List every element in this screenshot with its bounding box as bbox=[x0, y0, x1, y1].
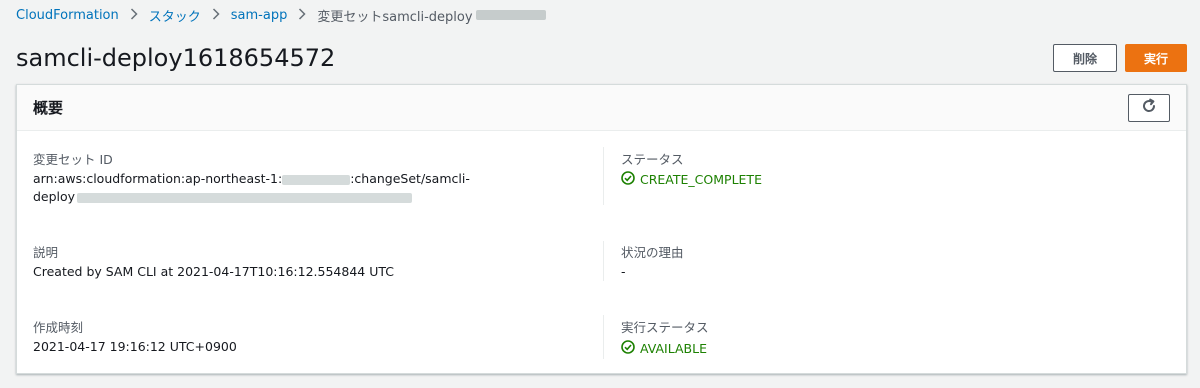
chevron-right-icon bbox=[130, 7, 138, 23]
overview-panel-header: 概要 bbox=[17, 85, 1186, 131]
breadcrumb-stacks[interactable]: スタック bbox=[149, 6, 201, 25]
chevron-right-icon bbox=[212, 7, 220, 23]
changeset-id-line2-prefix: deploy bbox=[33, 189, 76, 204]
overview-title: 概要 bbox=[33, 99, 64, 117]
delete-button[interactable]: 削除 bbox=[1053, 44, 1117, 72]
execution-status-value: AVAILABLE bbox=[621, 340, 707, 357]
changeset-id-line1-suffix: :changeSet/samcli- bbox=[350, 171, 470, 186]
breadcrumb: CloudFormation スタック sam-app 変更セットsamcli-… bbox=[16, 6, 546, 25]
status-label: ステータス bbox=[621, 152, 684, 167]
status-reason-value: - bbox=[621, 264, 626, 279]
status-reason-label: 状況の理由 bbox=[621, 245, 684, 260]
check-circle-icon bbox=[621, 171, 640, 188]
status-text: CREATE_COMPLETE bbox=[640, 172, 762, 187]
changeset-id-label: 変更セット ID bbox=[33, 152, 113, 167]
overview-panel: 概要 変更セット ID arn:aws:cloudformation:ap-no… bbox=[16, 84, 1187, 374]
column-divider bbox=[603, 147, 604, 205]
changeset-id-value: arn:aws:cloudformation:ap-northeast-1: :c… bbox=[33, 170, 470, 206]
redacted-text bbox=[77, 192, 413, 203]
check-circle-icon bbox=[621, 340, 640, 357]
created-time-value: 2021-04-17 19:16:12 UTC+0900 bbox=[33, 339, 237, 354]
redacted-text bbox=[282, 174, 351, 185]
column-divider bbox=[603, 315, 604, 359]
column-divider bbox=[603, 241, 604, 281]
breadcrumb-cloudformation[interactable]: CloudFormation bbox=[16, 8, 119, 23]
redacted-text bbox=[475, 10, 546, 20]
refresh-button[interactable] bbox=[1128, 94, 1170, 122]
execution-status-text: AVAILABLE bbox=[640, 341, 707, 356]
description-label: 説明 bbox=[33, 245, 59, 260]
created-time-label: 作成時刻 bbox=[33, 320, 84, 335]
breadcrumb-sam-app[interactable]: sam-app bbox=[231, 8, 288, 23]
chevron-right-icon bbox=[298, 7, 306, 23]
description-value: Created by SAM CLI at 2021-04-17T10:16:1… bbox=[33, 264, 394, 279]
page-title: samcli-deploy1618654572 bbox=[16, 44, 336, 72]
refresh-icon bbox=[1141, 98, 1157, 118]
breadcrumb-current: 変更セットsamcli-deploy bbox=[317, 9, 473, 25]
execute-button[interactable]: 実行 bbox=[1125, 44, 1187, 72]
changeset-id-line1-prefix: arn:aws:cloudformation:ap-northeast-1: bbox=[33, 171, 283, 186]
execution-status-label: 実行ステータス bbox=[621, 320, 709, 335]
status-value: CREATE_COMPLETE bbox=[621, 171, 762, 188]
